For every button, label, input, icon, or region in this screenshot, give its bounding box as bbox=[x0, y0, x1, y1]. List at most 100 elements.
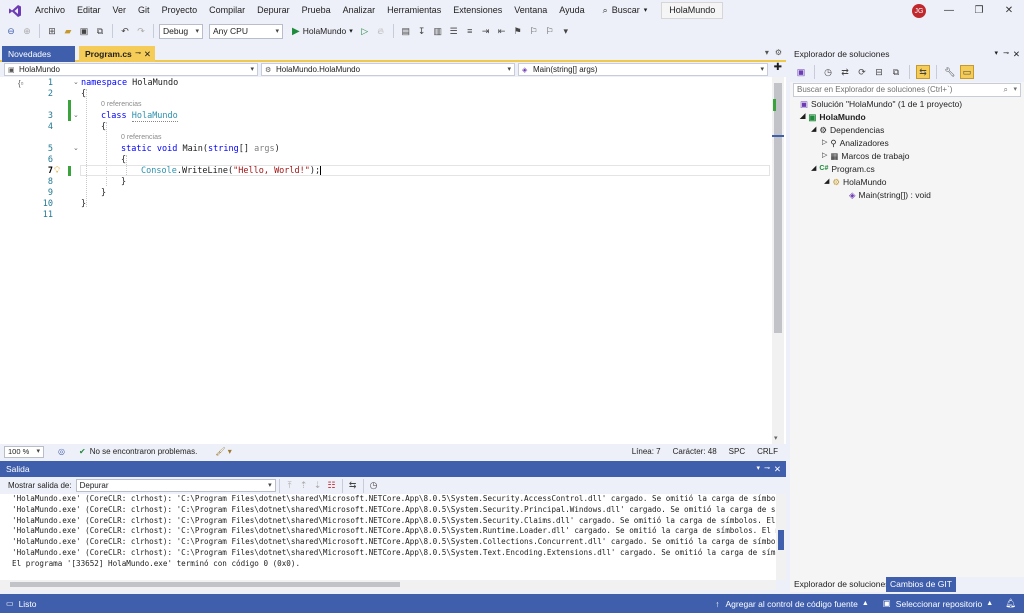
output-horizontal-scrollbar[interactable] bbox=[0, 580, 776, 590]
select-repository[interactable]: Seleccionar repositorio bbox=[896, 599, 982, 609]
avatar[interactable]: JG bbox=[912, 4, 926, 18]
visual-studio-logo-icon[interactable] bbox=[7, 3, 23, 19]
search-icon[interactable]: ⌕ bbox=[1004, 84, 1008, 96]
code-editor[interactable]: {▫ 1 2 3 4 5 6 7 8 9 10 11 ⌄ ⌄ ⌄ 💡︎ name… bbox=[0, 77, 786, 444]
menu-extensiones[interactable]: Extensiones bbox=[447, 0, 508, 21]
menu-ventana[interactable]: Ventana bbox=[508, 0, 553, 21]
copilot-icon[interactable]: ◎ bbox=[58, 447, 65, 456]
clear-all-icon[interactable]: ☷ bbox=[325, 479, 339, 493]
tree-method-main[interactable]: ◈ Main(string[]) : void bbox=[849, 189, 931, 201]
codelens-references[interactable]: 0 referencias bbox=[121, 134, 161, 141]
tree-class-holamundo[interactable]: ◢ ⚙ HolaMundo bbox=[824, 176, 887, 188]
tab-novedades[interactable]: Novedades bbox=[2, 46, 75, 62]
member-dropdown[interactable]: ◈ Main(string[] args) ▾ bbox=[518, 63, 768, 76]
whitespace-indicator[interactable]: SPC bbox=[729, 447, 745, 456]
menu-prueba[interactable]: Prueba bbox=[296, 0, 337, 21]
layout-icon[interactable]: ▥ bbox=[431, 24, 445, 38]
restore-icon[interactable]: ❐ bbox=[964, 0, 994, 21]
char-indicator[interactable]: Carácter: 48 bbox=[673, 447, 717, 456]
panel-menu-icon[interactable]: ▾ bbox=[994, 46, 998, 62]
close-icon[interactable]: ✕ bbox=[994, 0, 1024, 21]
pending-changes-icon[interactable]: ◷ bbox=[821, 65, 835, 79]
lightbulb-icon[interactable]: 💡︎ bbox=[54, 165, 60, 176]
pin-icon[interactable]: ⊸ bbox=[135, 46, 141, 62]
tree-solution[interactable]: ▣ Solución "HolaMundo" (1 de 1 proyecto) bbox=[800, 98, 962, 110]
collapse-icon[interactable]: ⌄ bbox=[73, 111, 79, 119]
tab-list-icon[interactable]: ▾ bbox=[765, 48, 769, 57]
word-wrap-icon[interactable]: ⇆ bbox=[346, 479, 360, 493]
collapse-icon[interactable]: ⌄ bbox=[73, 78, 79, 86]
open-folder-icon[interactable]: ▰ bbox=[61, 24, 75, 38]
pin-icon[interactable]: ⊸ bbox=[764, 461, 770, 477]
solution-search-input[interactable]: Buscar en Explorador de soluciones (Ctrl… bbox=[793, 83, 1021, 97]
save-icon[interactable]: ▣ bbox=[77, 24, 91, 38]
output-vertical-scrollbar[interactable] bbox=[776, 494, 786, 580]
collapse-all-icon[interactable]: ⊟ bbox=[872, 65, 886, 79]
chevron-down-icon[interactable]: ▾ bbox=[1013, 84, 1017, 96]
forward-icon[interactable]: ⊕ bbox=[20, 24, 34, 38]
minimize-icon[interactable]: — bbox=[934, 0, 964, 21]
new-project-icon[interactable]: ⊞ bbox=[45, 24, 59, 38]
tree-marcos[interactable]: ▷ ▦ Marcos de trabajo bbox=[822, 150, 909, 162]
back-icon[interactable]: ⊖ bbox=[4, 24, 18, 38]
comment-icon[interactable]: ☰ bbox=[447, 24, 461, 38]
redo-icon[interactable]: ↷ bbox=[134, 24, 148, 38]
split-editor-icon[interactable]: ✚ bbox=[774, 62, 782, 73]
add-source-control[interactable]: Agregar al control de código fuente bbox=[726, 599, 858, 609]
menu-ayuda[interactable]: Ayuda bbox=[553, 0, 590, 21]
tab-git-changes[interactable]: Cambios de GIT bbox=[886, 577, 956, 592]
scrollbar-thumb[interactable] bbox=[778, 530, 784, 550]
search-button[interactable]: ⌕ Buscar ▾ bbox=[597, 0, 654, 21]
settings-icon[interactable]: ⚙ bbox=[775, 48, 782, 57]
tree-program-cs[interactable]: ◢ C# Program.cs bbox=[811, 163, 875, 175]
project-dropdown[interactable]: ▣ HolaMundo ▾ bbox=[4, 63, 258, 76]
run-without-debug-icon[interactable]: ▷ bbox=[358, 24, 372, 38]
prev-message-icon[interactable]: ⇡ bbox=[297, 479, 311, 493]
menu-herramientas[interactable]: Herramientas bbox=[381, 0, 447, 21]
uncomment-icon[interactable]: ≡ bbox=[463, 24, 477, 38]
scrollbar-thumb[interactable] bbox=[774, 83, 782, 333]
tab-program-cs[interactable]: Program.cs ⊸ ✕ bbox=[79, 46, 155, 62]
tree-analizadores[interactable]: ▷ ⚲ Analizadores bbox=[822, 137, 889, 149]
platform-select[interactable]: Any CPU ▾ bbox=[209, 23, 283, 39]
save-all-icon[interactable]: ⧉ bbox=[93, 24, 107, 38]
browse-icon[interactable]: ▤ bbox=[399, 24, 413, 38]
configuration-select[interactable]: Debug ▾ bbox=[159, 23, 203, 39]
find-message-icon[interactable]: ⤒ bbox=[283, 479, 297, 493]
close-icon[interactable]: ✕ bbox=[1013, 46, 1020, 62]
codelens-references[interactable]: 0 referencias bbox=[101, 101, 141, 108]
preview-icon[interactable]: ▭ bbox=[960, 65, 974, 79]
issues-status[interactable]: No se encontraron problemas. bbox=[90, 447, 198, 456]
menu-git[interactable]: Git bbox=[132, 0, 156, 21]
bookmark-icon[interactable]: ⚑ bbox=[511, 24, 525, 38]
collapse-icon[interactable]: ⌄ bbox=[73, 144, 79, 152]
pin-icon[interactable]: ⊸ bbox=[1003, 46, 1009, 62]
scroll-down-icon[interactable]: ▾ bbox=[774, 434, 778, 442]
step-icon[interactable]: ↧ bbox=[415, 24, 429, 38]
output-source-select[interactable]: Depurar ▾ bbox=[75, 479, 276, 492]
track-active-item-icon[interactable]: ⇆ bbox=[916, 65, 930, 79]
close-tab-icon[interactable]: ✕ bbox=[144, 46, 151, 62]
menu-proyecto[interactable]: Proyecto bbox=[156, 0, 204, 21]
tree-project[interactable]: ◢ ▣ HolaMundo bbox=[800, 111, 866, 123]
menu-editar[interactable]: Editar bbox=[71, 0, 107, 21]
bookmark-next-icon[interactable]: ⚐ bbox=[543, 24, 557, 38]
tab-solution-explorer[interactable]: Explorador de soluciones bbox=[790, 577, 894, 592]
code-cleanup-icon[interactable]: 🖌︎ ▾ bbox=[215, 447, 231, 456]
tree-dependencias[interactable]: ◢ ⚙ Dependencias bbox=[811, 124, 884, 136]
clock-icon[interactable]: ◷ bbox=[367, 479, 381, 493]
sync-icon[interactable]: ⇄ bbox=[838, 65, 852, 79]
menu-archivo[interactable]: Archivo bbox=[29, 0, 71, 21]
properties-icon[interactable]: 🔧︎ bbox=[943, 65, 957, 79]
panel-menu-icon[interactable]: ▾ bbox=[756, 461, 760, 477]
close-icon[interactable]: ✕ bbox=[774, 461, 781, 477]
menu-ver[interactable]: Ver bbox=[107, 0, 133, 21]
line-ending-indicator[interactable]: CRLF bbox=[757, 447, 778, 456]
indent-icon[interactable]: ⇥ bbox=[479, 24, 493, 38]
line-indicator[interactable]: Línea: 7 bbox=[632, 447, 661, 456]
start-debugging-button[interactable]: ▶ HolaMundo ▾ bbox=[289, 26, 356, 37]
menu-analizar[interactable]: Analizar bbox=[337, 0, 382, 21]
refresh-icon[interactable]: ⟳ bbox=[855, 65, 869, 79]
undo-icon[interactable]: ↶ bbox=[118, 24, 132, 38]
output-text[interactable]: 'HolaMundo.exe' (CoreCLR: clrhost): 'C:\… bbox=[0, 494, 776, 580]
